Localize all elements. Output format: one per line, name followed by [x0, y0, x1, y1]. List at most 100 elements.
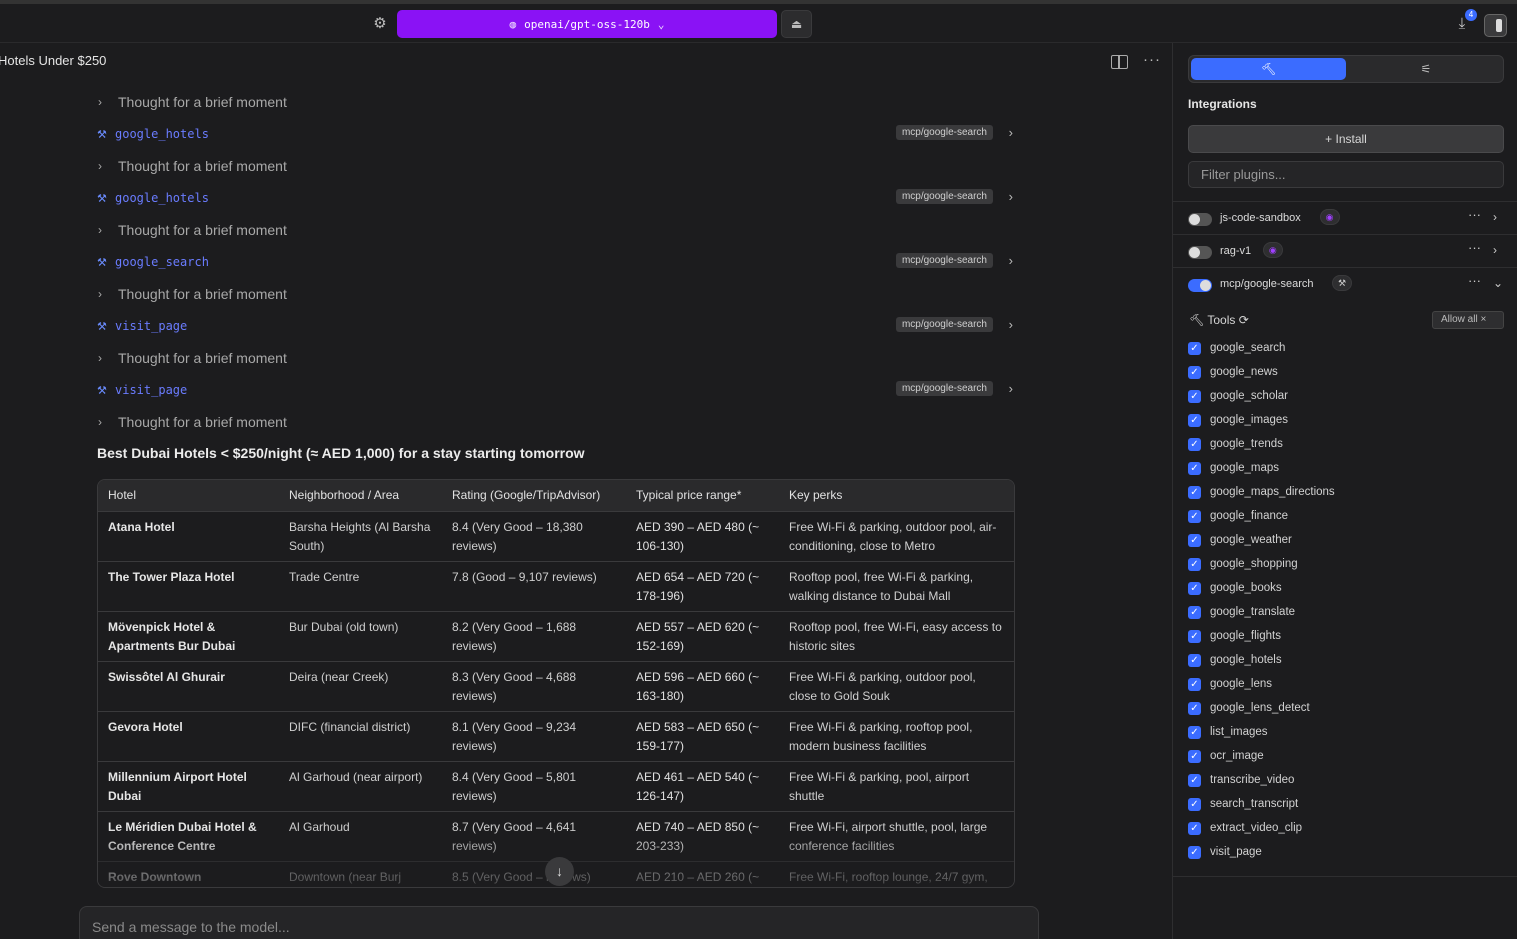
refresh-icon[interactable]: ⟳: [1239, 313, 1249, 327]
eject-button[interactable]: ⏏: [781, 10, 812, 38]
tool-checkbox[interactable]: ✓: [1188, 557, 1201, 571]
perks-cell: Free Wi-Fi & parking, rooftop pool, mode…: [779, 711, 1014, 762]
more-options-icon[interactable]: ···: [1143, 51, 1161, 68]
tool-item: ✓ transcribe_video: [1188, 768, 1335, 792]
plugin-toggle[interactable]: [1188, 213, 1212, 226]
tool-checkbox[interactable]: ✓: [1188, 653, 1201, 667]
tool-checkbox[interactable]: ✓: [1188, 413, 1201, 427]
plugin-toggle[interactable]: [1188, 279, 1212, 292]
tool-item: ✓ google_lens_detect: [1188, 696, 1335, 720]
hotel-name: Rove Downtown: [108, 869, 202, 884]
price-cell: AED 557 – AED 620 (~ 152-169): [626, 611, 779, 662]
tool-checkbox[interactable]: ✓: [1188, 485, 1201, 499]
thought-toggle[interactable]: › Thought for a brief moment: [98, 222, 287, 238]
chevron-right-icon: ›: [98, 351, 102, 365]
tool-checkbox[interactable]: ✓: [1188, 701, 1201, 715]
model-selector-button[interactable]: ◍ openai/gpt-oss-120b ⌄: [397, 10, 777, 38]
more-options-icon[interactable]: ···: [1468, 240, 1481, 255]
tab-settings[interactable]: ⚟: [1349, 58, 1503, 80]
tool-checkbox[interactable]: ✓: [1188, 437, 1201, 451]
chevron-right-icon: ›: [98, 287, 102, 301]
chat-title: Hotels Under $250: [0, 53, 107, 68]
chevron-right-icon[interactable]: ›: [1009, 317, 1013, 332]
chevron-right-icon[interactable]: ›: [1009, 253, 1013, 268]
col-header-rating: Rating (Google/TripAdvisor): [442, 480, 626, 512]
answer-heading: Best Dubai Hotels < $250/night (≈ AED 1,…: [97, 445, 585, 461]
tool-checkbox[interactable]: ✓: [1188, 533, 1201, 547]
tool-checkbox[interactable]: ✓: [1188, 821, 1201, 835]
more-options-icon[interactable]: ···: [1468, 207, 1481, 222]
tool-checkbox[interactable]: ✓: [1188, 365, 1201, 379]
wrench-icon: 🔨︎: [1189, 313, 1205, 327]
tool-checkbox[interactable]: ✓: [1188, 677, 1201, 691]
tool-checkbox[interactable]: ✓: [1188, 581, 1201, 595]
split-view-icon[interactable]: [1111, 55, 1128, 69]
chevron-right-icon[interactable]: ›: [1009, 125, 1013, 140]
chevron-right-icon[interactable]: ›: [1009, 381, 1013, 396]
message-input[interactable]: Send a message to the model...: [79, 906, 1039, 939]
hotel-name-cell: Gevora Hotel: [98, 711, 279, 762]
tool-checkbox[interactable]: ✓: [1188, 341, 1201, 355]
tool-checkbox[interactable]: ✓: [1188, 749, 1201, 763]
area-cell: Al Garhoud: [279, 811, 442, 862]
tool-checkbox[interactable]: ✓: [1188, 605, 1201, 619]
tool-checkbox[interactable]: ✓: [1188, 629, 1201, 643]
perks-cell: Rooftop pool, free Wi-Fi, easy access to…: [779, 611, 1014, 662]
tool-name: google_books: [1210, 582, 1282, 594]
thought-toggle[interactable]: › Thought for a brief moment: [98, 158, 287, 174]
tool-item: ✓ google_images: [1188, 408, 1335, 432]
gear-icon[interactable]: ⚙: [371, 15, 389, 33]
tool-call-name: google_hotels: [115, 191, 209, 205]
thought-toggle[interactable]: › Thought for a brief moment: [98, 414, 287, 430]
tool-item: ✓ google_hotels: [1188, 648, 1335, 672]
chevron-right-icon[interactable]: ›: [1009, 189, 1013, 204]
tool-checkbox[interactable]: ✓: [1188, 461, 1201, 475]
plugin-toggle[interactable]: [1188, 246, 1212, 259]
tool-call-row[interactable]: ⚒ visit_page mcp/google-search ›: [97, 381, 1015, 399]
thought-toggle[interactable]: › Thought for a brief moment: [98, 350, 287, 366]
thought-label: Thought for a brief moment: [118, 94, 287, 110]
allow-all-button[interactable]: Allow all ×: [1432, 311, 1504, 329]
wrench-icon: ⚒: [97, 256, 107, 269]
tool-call-row[interactable]: ⚒ google_hotels mcp/google-search ›: [97, 189, 1015, 207]
eye-icon: ◉: [1262, 242, 1283, 258]
rating-cell: 8.1 (Very Good – 9,234 reviews): [442, 711, 626, 762]
tool-checkbox[interactable]: ✓: [1188, 389, 1201, 403]
tool-call-name: google_search: [115, 255, 209, 269]
tab-tools[interactable]: 🔨︎: [1191, 58, 1346, 80]
tool-call-name: visit_page: [115, 383, 188, 397]
perks-cell: Free Wi-Fi & parking, outdoor pool, air-…: [779, 511, 1014, 562]
toggle-sidebar-button[interactable]: [1484, 14, 1507, 37]
table-row: The Tower Plaza Hotel Trade Centre 7.8 (Go…: [98, 561, 1014, 612]
tool-name: google_lens_detect: [1210, 702, 1310, 714]
tool-checkbox[interactable]: ✓: [1188, 725, 1201, 739]
chevron-right-icon[interactable]: ›: [1493, 210, 1497, 224]
wrench-icon: ⚒: [97, 192, 107, 205]
tool-checkbox[interactable]: ✓: [1188, 797, 1201, 811]
price-cell: AED 583 – AED 650 (~ 159-177): [626, 711, 779, 762]
wrench-icon: ⚒: [97, 384, 107, 397]
scroll-down-button[interactable]: ↓: [545, 857, 574, 886]
more-options-icon[interactable]: ···: [1468, 273, 1481, 288]
chevron-right-icon: ›: [98, 95, 102, 109]
col-header-perks: Key perks: [779, 480, 1014, 512]
tool-call-row[interactable]: ⚒ google_hotels mcp/google-search ›: [97, 125, 1015, 143]
chevron-down-icon[interactable]: ⌄: [1493, 276, 1503, 290]
tool-call-row[interactable]: ⚒ google_search mcp/google-search ›: [97, 253, 1015, 271]
table-row: Gevora Hotel DIFC (financial district) 8.1…: [98, 711, 1014, 762]
tool-item: ✓ google_lens: [1188, 672, 1335, 696]
install-button[interactable]: + Install: [1188, 125, 1504, 153]
tool-checkbox[interactable]: ✓: [1188, 845, 1201, 859]
table-row: Atana Hotel Barsha Heights (Al Barsha Sou…: [98, 511, 1014, 562]
thought-toggle[interactable]: › Thought for a brief moment: [98, 286, 287, 302]
thought-label: Thought for a brief moment: [118, 414, 287, 430]
rating-cell: 8.5 (Very Good – reviews): [442, 861, 626, 887]
tool-item: ✓ list_images: [1188, 720, 1335, 744]
tool-checkbox[interactable]: ✓: [1188, 773, 1201, 787]
tool-checkbox[interactable]: ✓: [1188, 509, 1201, 523]
filter-plugins-input[interactable]: Filter plugins...: [1188, 161, 1504, 188]
chevron-right-icon[interactable]: ›: [1493, 243, 1497, 257]
plugin-row: rag-v1 ◉ ··· ›: [1173, 234, 1517, 267]
thought-toggle[interactable]: › Thought for a brief moment: [98, 94, 287, 110]
tool-call-row[interactable]: ⚒ visit_page mcp/google-search ›: [97, 317, 1015, 335]
